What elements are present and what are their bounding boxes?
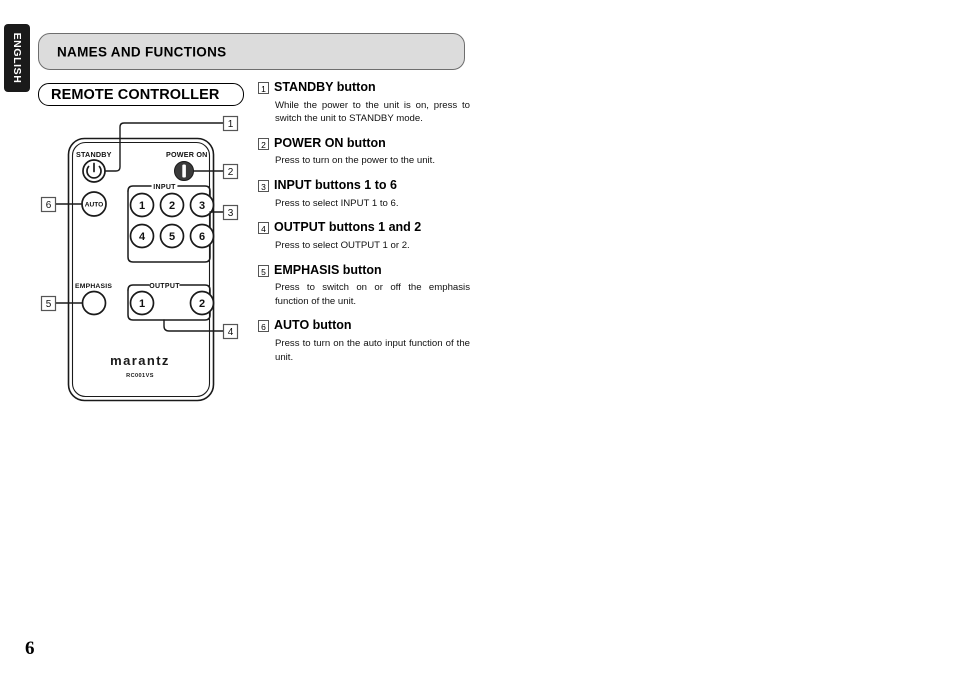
- callout-box-1: 1: [222, 115, 239, 132]
- language-tab-label: ENGLISH: [11, 32, 23, 84]
- description-number-3: 3: [258, 180, 269, 193]
- description-item-3: 3 INPUT buttons 1 to 6 Press to select I…: [258, 178, 470, 210]
- description-body-4: Press to select OUTPUT 1 or 2.: [275, 239, 410, 251]
- description-title-1: STANDBY button: [274, 80, 376, 94]
- description-body-5: Press to switch on or off the emphasis f…: [275, 282, 470, 307]
- svg-text:2: 2: [228, 167, 234, 178]
- svg-text:4: 4: [228, 327, 234, 338]
- language-tab: ENGLISH: [4, 24, 30, 92]
- svg-text:3: 3: [228, 208, 234, 219]
- svg-text:1: 1: [228, 119, 234, 130]
- description-item-6: 6 AUTO button Press to turn on the auto …: [258, 318, 470, 364]
- power-on-label: POWER ON: [166, 150, 208, 159]
- input-button-4-label: 4: [139, 231, 146, 243]
- description-title-3: INPUT buttons 1 to 6: [274, 178, 397, 193]
- remote-controller-diagram: STANDBY POWER ON AUTO INPUT 1 2 3 4 5 6 …: [30, 112, 255, 412]
- emphasis-label: EMPHASIS: [75, 283, 112, 290]
- description-title-2: POWER ON button: [274, 135, 386, 150]
- section-header-bar: NAMES AND FUNCTIONS: [38, 33, 465, 70]
- callout-box-5: 5: [40, 295, 57, 312]
- description-number-1: 1: [258, 82, 269, 94]
- subsection-header-box: REMOTE CONTROLLER: [38, 83, 244, 106]
- description-number-5: 5: [258, 264, 269, 277]
- remote-model-number: RC001VS: [126, 373, 154, 379]
- description-number-6: 6: [258, 320, 269, 333]
- description-body-1: While the power to the unit is on, press…: [275, 99, 470, 125]
- section-header-title: NAMES AND FUNCTIONS: [57, 44, 227, 59]
- output-group-label: OUTPUT: [149, 283, 180, 290]
- description-item-1: 1 STANDBY button While the power to the …: [258, 80, 470, 126]
- description-title-4: OUTPUT buttons 1 and 2: [274, 220, 422, 235]
- input-button-6-label: 6: [199, 231, 205, 243]
- description-number-2: 2: [258, 137, 269, 150]
- input-button-5-label: 5: [169, 231, 175, 243]
- page-number: 6: [25, 638, 35, 659]
- standby-label: STANDBY: [76, 150, 112, 159]
- callout-box-4: 4: [222, 323, 239, 340]
- svg-text:6: 6: [46, 200, 52, 211]
- output-button-1-label: 1: [139, 298, 145, 310]
- emphasis-button: [81, 290, 107, 316]
- remote-brand-logo: marantz: [110, 353, 170, 368]
- power-on-bar-icon: [182, 164, 186, 178]
- description-title-6: AUTO button: [274, 318, 352, 333]
- output-button-2-label: 2: [199, 298, 205, 310]
- input-button-1-label: 1: [139, 200, 145, 212]
- description-item-4: 4 OUTPUT buttons 1 and 2 Press to select…: [258, 220, 470, 252]
- callout-box-2: 2: [222, 163, 239, 180]
- svg-text:5: 5: [46, 299, 52, 310]
- description-item-5: 5 EMPHASIS button Press to switch on or …: [258, 263, 470, 309]
- description-body-6: Press to turn on the auto input function…: [275, 338, 470, 363]
- callout-box-3: 3: [222, 204, 239, 221]
- input-button-3-label: 3: [199, 200, 205, 212]
- description-title-5: EMPHASIS button: [274, 262, 382, 277]
- description-body-2: Press to turn on the power to the unit.: [275, 155, 435, 167]
- callout-box-6: 6: [40, 196, 57, 213]
- description-body-3: Press to select INPUT 1 to 6.: [275, 197, 399, 209]
- input-group-label: INPUT: [153, 184, 176, 191]
- input-button-2-label: 2: [169, 200, 175, 212]
- auto-button-label: AUTO: [85, 202, 104, 209]
- descriptions-column: 1 STANDBY button While the power to the …: [258, 80, 470, 374]
- description-item-2: 2 POWER ON button Press to turn on the p…: [258, 136, 470, 168]
- description-number-4: 4: [258, 222, 269, 235]
- subsection-header-title: REMOTE CONTROLLER: [51, 86, 220, 103]
